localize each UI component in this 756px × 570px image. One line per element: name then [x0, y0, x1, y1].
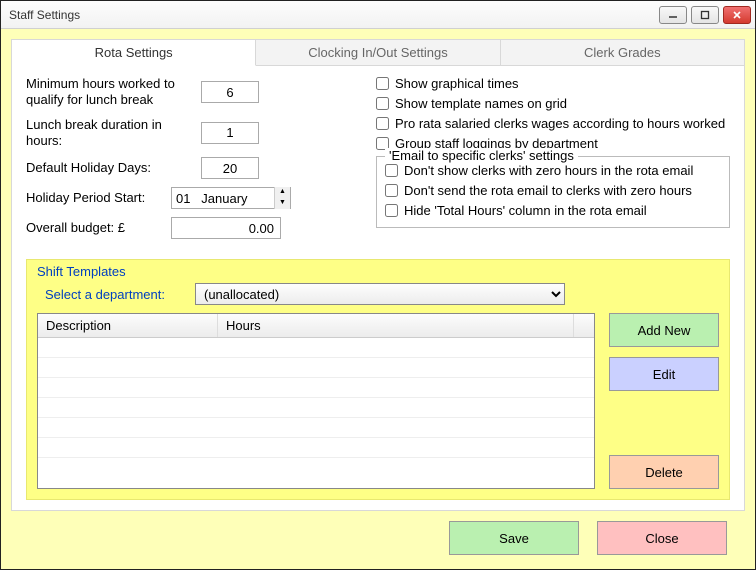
checkbox-show-graphical[interactable]	[376, 77, 389, 90]
delete-button[interactable]: Delete	[609, 455, 719, 489]
label-lunch-duration: Lunch break duration in hours:	[26, 117, 201, 150]
checkbox-label: Don't send the rota email to clerks with…	[404, 183, 692, 198]
shift-templates-section: Shift Templates Select a department: (un…	[26, 259, 730, 500]
table-row[interactable]	[38, 358, 594, 378]
upper-panel: Minimum hours worked to qualify for lunc…	[26, 76, 730, 247]
table-row[interactable]	[38, 338, 594, 358]
tab-strip: Rota Settings Clocking In/Out Settings C…	[12, 40, 744, 66]
checkbox-label: Don't show clerks with zero hours in the…	[404, 163, 693, 178]
input-default-holiday[interactable]	[201, 157, 259, 179]
minimize-icon	[668, 10, 678, 20]
save-button[interactable]: Save	[449, 521, 579, 555]
shift-templates-title: Shift Templates	[37, 264, 719, 279]
col-description[interactable]: Description	[38, 314, 218, 337]
input-holiday-start[interactable]	[172, 191, 274, 206]
tab-body-rota: Minimum hours worked to qualify for lunc…	[12, 66, 744, 510]
checkbox-label: Hide 'Total Hours' column in the rota em…	[404, 203, 647, 218]
close-window-button[interactable]	[723, 6, 751, 24]
check-show-template-names[interactable]: Show template names on grid	[376, 96, 730, 111]
label-select-department: Select a department:	[37, 287, 195, 302]
checkbox-no-send-zero[interactable]	[385, 184, 398, 197]
table-row[interactable]	[38, 438, 594, 458]
tab-clocking-settings[interactable]: Clocking In/Out Settings	[256, 40, 500, 65]
grid-header: Description Hours	[38, 314, 594, 338]
table-row[interactable]	[38, 418, 594, 438]
table-row[interactable]	[38, 378, 594, 398]
add-new-button[interactable]: Add New	[609, 313, 719, 347]
input-overall-budget[interactable]	[171, 217, 281, 239]
label-default-holiday: Default Holiday Days:	[26, 160, 201, 176]
label-min-hours: Minimum hours worked to qualify for lunc…	[26, 76, 201, 109]
close-button[interactable]: Close	[597, 521, 727, 555]
check-hide-total-hours[interactable]: Hide 'Total Hours' column in the rota em…	[385, 203, 721, 218]
checkbox-pro-rata[interactable]	[376, 117, 389, 130]
minimize-button[interactable]	[659, 6, 687, 24]
spinner-up-icon[interactable]: ▲	[275, 187, 290, 198]
check-show-graphical[interactable]: Show graphical times	[376, 76, 730, 91]
check-no-send-zero[interactable]: Don't send the rota email to clerks with…	[385, 183, 721, 198]
shift-templates-grid[interactable]: Description Hours	[37, 313, 595, 489]
shift-buttons-column: Add New Edit Delete	[609, 313, 719, 489]
label-holiday-start: Holiday Period Start:	[26, 190, 171, 206]
maximize-icon	[700, 10, 710, 20]
col-end	[574, 314, 594, 337]
close-icon	[732, 10, 742, 20]
checkbox-hide-total-hours[interactable]	[385, 204, 398, 217]
tab-clerk-grades[interactable]: Clerk Grades	[501, 40, 744, 65]
checkbox-label: Pro rata salaried clerks wages according…	[395, 116, 725, 131]
input-min-hours[interactable]	[201, 81, 259, 103]
select-department[interactable]: (unallocated)	[195, 283, 565, 305]
window-controls	[659, 6, 751, 24]
window-title: Staff Settings	[9, 8, 659, 22]
email-settings-group: 'Email to specific clerks' settings Don'…	[376, 156, 730, 228]
check-pro-rata[interactable]: Pro rata salaried clerks wages according…	[376, 116, 730, 131]
edit-button[interactable]: Edit	[609, 357, 719, 391]
tab-rota-settings[interactable]: Rota Settings	[12, 40, 256, 66]
check-hide-zero-clerks[interactable]: Don't show clerks with zero hours in the…	[385, 163, 721, 178]
col-hours[interactable]: Hours	[218, 314, 574, 337]
email-settings-legend: 'Email to specific clerks' settings	[385, 148, 578, 163]
staff-settings-window: Staff Settings Rota Settings Clocking In…	[0, 0, 756, 570]
checkbox-label: Show graphical times	[395, 76, 519, 91]
checkbox-show-template-names[interactable]	[376, 97, 389, 110]
tab-container: Rota Settings Clocking In/Out Settings C…	[11, 39, 745, 511]
maximize-button[interactable]	[691, 6, 719, 24]
titlebar: Staff Settings	[1, 1, 755, 29]
grid-body	[38, 338, 594, 488]
checkbox-hide-zero-clerks[interactable]	[385, 164, 398, 177]
footer-buttons: Save Close	[11, 511, 745, 559]
left-column: Minimum hours worked to qualify for lunc…	[26, 76, 356, 247]
checkbox-label: Show template names on grid	[395, 96, 567, 111]
table-row[interactable]	[38, 398, 594, 418]
holiday-start-picker[interactable]: ▲ ▼	[171, 187, 291, 209]
holiday-start-spinner[interactable]: ▲ ▼	[274, 187, 290, 209]
client-area: Rota Settings Clocking In/Out Settings C…	[1, 29, 755, 569]
spinner-down-icon[interactable]: ▼	[275, 198, 290, 209]
input-lunch-duration[interactable]	[201, 122, 259, 144]
right-column: Show graphical times Show template names…	[376, 76, 730, 247]
label-overall-budget: Overall budget: £	[26, 220, 171, 236]
